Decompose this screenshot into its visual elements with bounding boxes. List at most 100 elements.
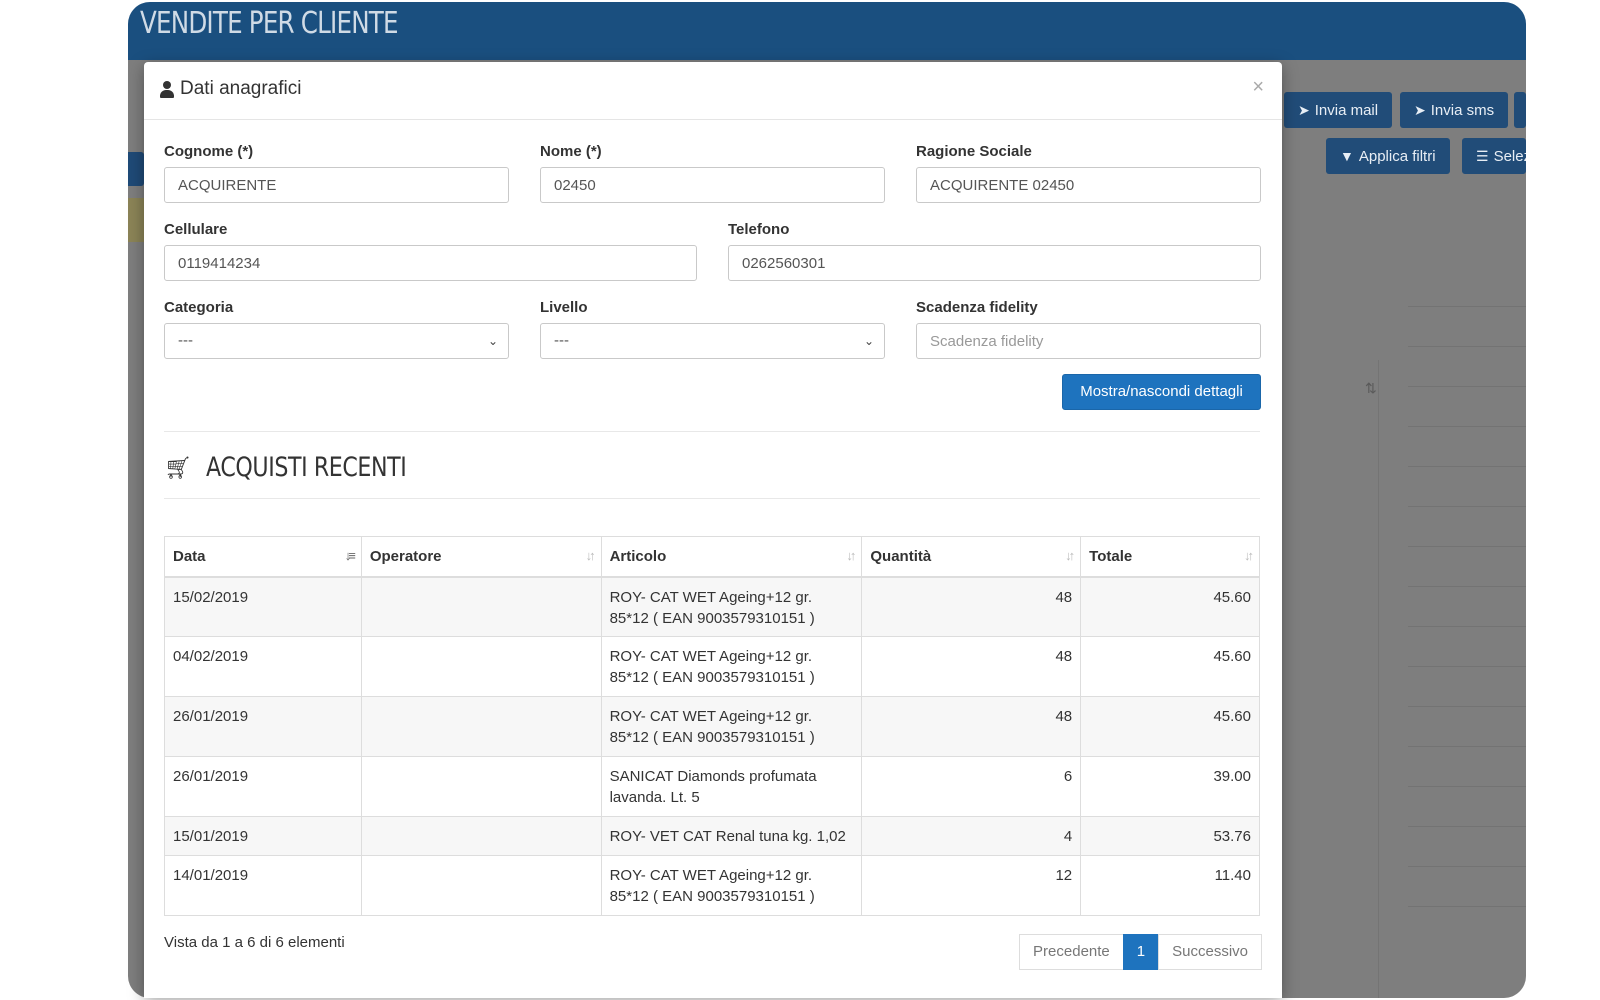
- apply-filters-label: Applica filtri: [1358, 148, 1436, 165]
- page-title: VENDITE PER CLIENTE: [140, 6, 399, 41]
- livello-value: ---: [554, 332, 569, 349]
- cell-articolo: ROY- CAT WET Ageing+12 gr. 85*12 ( EAN 9…: [600, 855, 863, 916]
- cell-operatore: [360, 816, 602, 856]
- ragione-sociale-field[interactable]: [916, 167, 1261, 203]
- select-button[interactable]: ☰Selez: [1462, 138, 1526, 174]
- livello-label: Livello: [540, 299, 588, 316]
- column-header-totale[interactable]: Totale ↓↑: [1080, 536, 1260, 578]
- modal-title-text: Dati anagrafici: [180, 78, 302, 99]
- app-header: VENDITE PER CLIENTE: [128, 2, 1526, 60]
- cell-totale: 45.60: [1080, 636, 1260, 697]
- column-label: Totale: [1089, 547, 1133, 565]
- previous-page-button[interactable]: Precedente: [1019, 934, 1124, 970]
- telefono-label: Telefono: [728, 221, 790, 238]
- cognome-field[interactable]: [164, 167, 509, 203]
- divider: [164, 498, 1260, 499]
- purchases-table: Data ↓≡ Operatore ↓↑ Articolo ↓↑ Quantità ↓↑…: [164, 536, 1260, 916]
- select-label: Selez: [1493, 148, 1526, 165]
- background-row: [1408, 426, 1526, 466]
- cell-data: 14/01/2019: [164, 855, 362, 916]
- table-info: Vista da 1 a 6 di 6 elementi: [164, 934, 345, 951]
- send-sms-button[interactable]: ➤ Invia sms: [1400, 92, 1509, 128]
- cell-operatore: [360, 636, 602, 697]
- background-left-button: [128, 152, 144, 186]
- background-column-divider: [1378, 360, 1379, 998]
- categoria-label: Categoria: [164, 299, 234, 316]
- paper-plane-icon: ➤: [1414, 102, 1426, 118]
- paper-plane-icon: ➤: [1298, 102, 1310, 118]
- chevron-down-icon: ⌄: [863, 334, 874, 348]
- cell-data: 26/01/2019: [164, 756, 362, 817]
- column-label: Articolo: [609, 547, 667, 565]
- cell-totale: 53.76: [1080, 816, 1260, 856]
- column-header-operatore[interactable]: Operatore ↓↑: [360, 536, 602, 578]
- filter-icon: ▼: [1340, 148, 1354, 164]
- cell-articolo: SANICAT Diamonds profumata lavanda. Lt. …: [600, 756, 863, 817]
- cell-articolo: ROY- CAT WET Ageing+12 gr. 85*12 ( EAN 9…: [600, 696, 863, 757]
- background-row: [1408, 866, 1526, 906]
- cell-quantita: 12: [861, 855, 1082, 916]
- send-sms-label: Invia sms: [1430, 102, 1495, 119]
- cell-quantita: 48: [861, 696, 1082, 757]
- list-icon: ☰: [1476, 148, 1489, 164]
- toggle-details-button[interactable]: Mostra/nascondi dettagli: [1062, 374, 1261, 410]
- sort-icon: ↓↑: [1244, 548, 1254, 563]
- cellulare-label: Cellulare: [164, 221, 228, 238]
- cell-totale: 45.60: [1080, 696, 1260, 757]
- background-row: [1408, 466, 1526, 506]
- telefono-field[interactable]: [728, 245, 1261, 281]
- column-header-quantita[interactable]: Quantità ↓↑: [861, 536, 1082, 578]
- cognome-label: Cognome (*): [164, 143, 254, 160]
- ragione-sociale-label: Ragione Sociale: [916, 143, 1032, 160]
- table-row[interactable]: 26/01/2019 ROY- CAT WET Ageing+12 gr. 85…: [164, 696, 1260, 757]
- shopping-cart-icon: 🛒︎: [164, 454, 192, 480]
- background-row: [1408, 826, 1526, 866]
- column-label: Quantità: [870, 547, 932, 565]
- sort-icon: ⇅: [1365, 380, 1377, 396]
- sort-desc-icon: ↓≡: [344, 548, 356, 563]
- close-icon[interactable]: ×: [1252, 76, 1264, 99]
- cell-operatore: [360, 696, 602, 757]
- background-row: [1408, 746, 1526, 786]
- user-icon: [160, 80, 174, 98]
- cell-quantita: 48: [861, 576, 1082, 637]
- table-row[interactable]: 15/01/2019 ROY- VET CAT Renal tuna kg. 1…: [164, 816, 1260, 856]
- background-row: [1408, 546, 1526, 586]
- column-header-data[interactable]: Data ↓≡: [164, 536, 362, 578]
- next-page-button[interactable]: Successivo: [1158, 934, 1262, 970]
- cellulare-field[interactable]: [164, 245, 697, 281]
- livello-select[interactable]: --- ⌄: [540, 323, 885, 359]
- cell-totale: 45.60: [1080, 576, 1260, 637]
- cell-data: 04/02/2019: [164, 636, 362, 697]
- nome-field[interactable]: [540, 167, 885, 203]
- cell-data: 26/01/2019: [164, 696, 362, 757]
- column-header-articolo[interactable]: Articolo ↓↑: [600, 536, 863, 578]
- nome-label: Nome (*): [540, 143, 602, 160]
- cell-articolo: ROY- CAT WET Ageing+12 gr. 85*12 ( EAN 9…: [600, 576, 863, 637]
- cell-quantita: 48: [861, 636, 1082, 697]
- chevron-down-icon: ⌄: [487, 334, 498, 348]
- table-row[interactable]: 14/01/2019 ROY- CAT WET Ageing+12 gr. 85…: [164, 855, 1260, 916]
- table-row[interactable]: 26/01/2019 SANICAT Diamonds profumata la…: [164, 756, 1260, 817]
- apply-filters-button[interactable]: ▼ Applica filtri: [1326, 138, 1450, 174]
- scadenza-fidelity-field[interactable]: [916, 323, 1261, 359]
- send-mail-button[interactable]: ➤ Invia mail: [1284, 92, 1393, 128]
- table-row[interactable]: 04/02/2019 ROY- CAT WET Ageing+12 gr. 85…: [164, 636, 1260, 697]
- background-row: [1408, 386, 1526, 426]
- background-row: [1408, 666, 1526, 706]
- categoria-select[interactable]: --- ⌄: [164, 323, 509, 359]
- background-alert: [128, 198, 144, 242]
- page-1-button[interactable]: 1: [1122, 934, 1160, 970]
- cell-quantita: 4: [861, 816, 1082, 856]
- cell-articolo: ROY- VET CAT Renal tuna kg. 1,02: [600, 816, 863, 856]
- background-extra-button[interactable]: [1514, 92, 1526, 128]
- background-row: [1408, 626, 1526, 666]
- table-row[interactable]: 15/02/2019 ROY- CAT WET Ageing+12 gr. 85…: [164, 576, 1260, 637]
- scadenza-fidelity-label: Scadenza fidelity: [916, 299, 1038, 316]
- cell-quantita: 6: [861, 756, 1082, 817]
- background-row: [1408, 586, 1526, 626]
- column-label: Data: [173, 547, 206, 565]
- table-header-row: Data ↓≡ Operatore ↓↑ Articolo ↓↑ Quantità ↓↑…: [164, 536, 1260, 578]
- pagination: Precedente 1 Successivo: [1019, 934, 1262, 970]
- column-label: Operatore: [369, 547, 442, 565]
